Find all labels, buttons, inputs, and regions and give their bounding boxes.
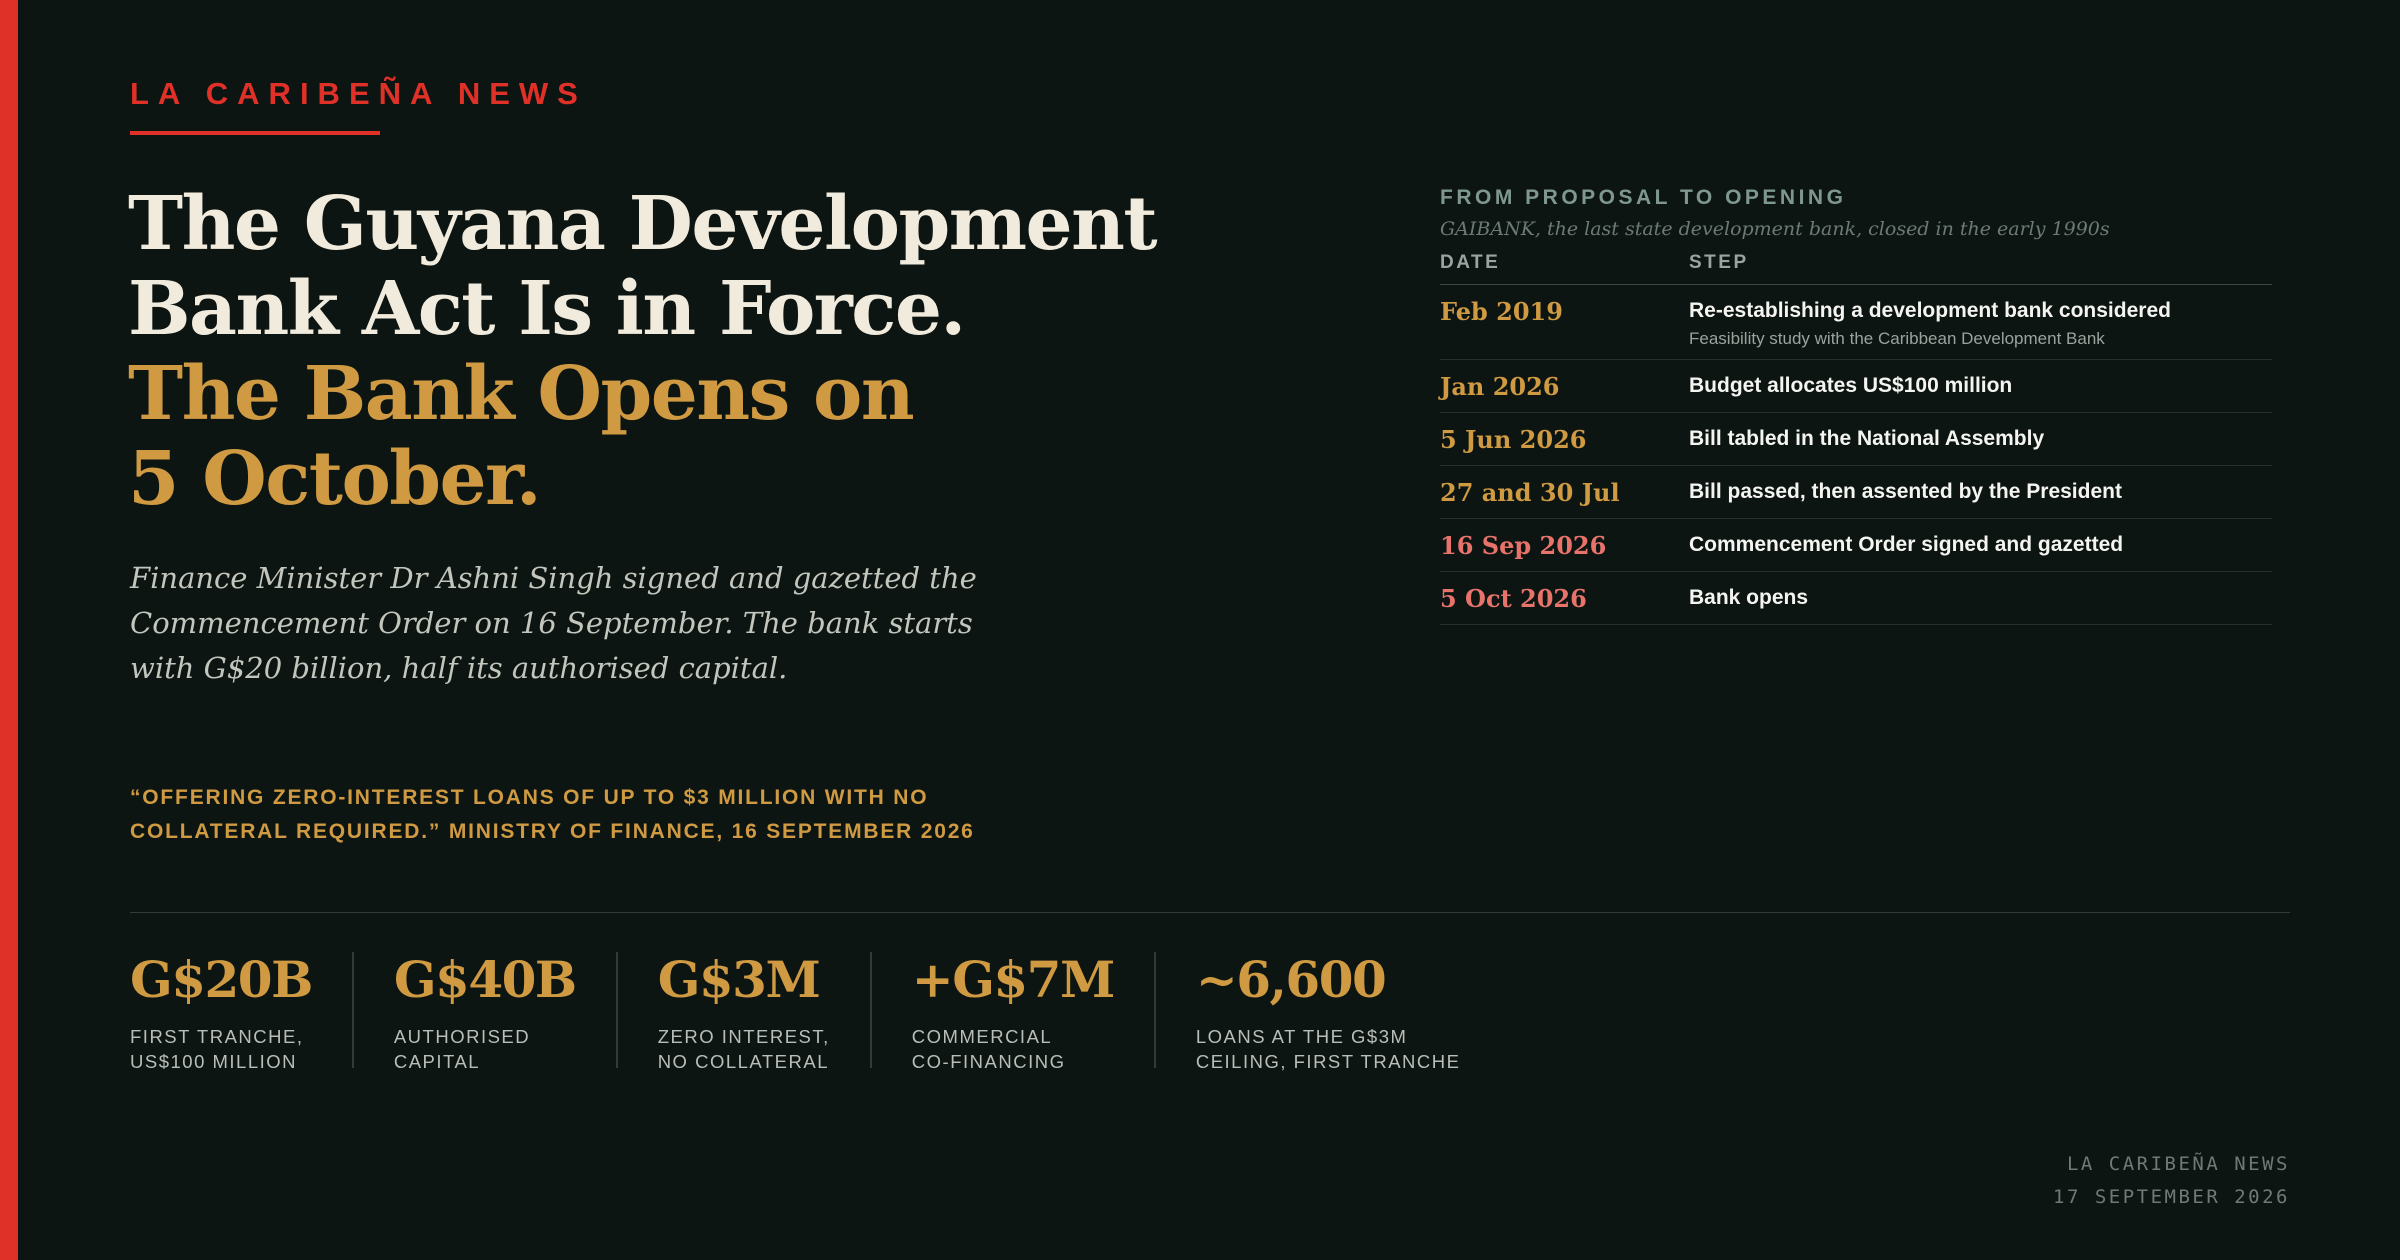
- stat-label-line: ceiling, first tranche: [1195, 1051, 1461, 1072]
- timeline-row: Jan 2026 Budget allocates US$100 million: [1440, 360, 2272, 413]
- dek-summary: Finance Minister Dr Ashni Singh signed a…: [130, 561, 977, 685]
- pull-quote: “Offering zero-interest loans of up to $…: [130, 786, 975, 843]
- timeline-step: Bill tabled in the National Assembly: [1689, 425, 2272, 455]
- timeline-row: 16 Sep 2026 Commencement Order signed an…: [1440, 519, 2272, 572]
- stat-label-line: capital: [393, 1051, 481, 1072]
- stat-label: First tranche, US$100 million: [130, 1024, 312, 1074]
- stat-value: +G$7M: [911, 950, 1116, 1009]
- headline-line-4: 5 October.: [128, 436, 542, 522]
- timeline-date: 5 Oct 2026: [1440, 584, 1587, 613]
- stat-item: G$3M Zero interest, no collateral: [615, 950, 870, 1072]
- timeline-step-text: Bill tabled in the National Assembly: [1689, 427, 2045, 450]
- brand-underline: [130, 131, 380, 135]
- timeline-step-note: Feasibility study with the Caribbean Dev…: [1689, 329, 2105, 348]
- timeline-table: FROM PROPOSAL TO OPENING GAIBANK, the la…: [1440, 186, 2272, 625]
- headline-line-3: The Bank Opens on: [128, 351, 915, 437]
- stat-value: G$20B: [130, 950, 313, 1009]
- column-header-date: DATE: [1440, 252, 1501, 273]
- footer-date: 17 SEPTEMBER 2026: [2053, 1186, 2290, 1208]
- stat-label-line: First tranche,: [130, 1026, 304, 1047]
- timeline-step: Bank opens: [1689, 584, 2272, 614]
- stat-item: ~6,600 Loans at the G$3M ceiling, first …: [1153, 950, 1501, 1072]
- stat-label-line: Loans at the G$3M: [1195, 1026, 1408, 1047]
- timeline-header: DATE STEP: [1440, 252, 2272, 285]
- stat-label-line: co-financing: [911, 1051, 1066, 1072]
- stat-value: G$40B: [393, 950, 577, 1009]
- footer-publication: LA CARIBEÑA NEWS: [2066, 1153, 2290, 1175]
- headline: The Guyana Development Bank Act Is in Fo…: [128, 182, 1328, 522]
- timeline-date: 27 and 30 Jul: [1440, 478, 1620, 507]
- stat-label-line: Zero interest,: [657, 1026, 830, 1047]
- column-header-step: STEP: [1689, 252, 1749, 273]
- stat-label: Zero interest, no collateral: [658, 1024, 830, 1074]
- timeline-step-text: Re-establishing a development bank consi…: [1689, 299, 2171, 322]
- section-divider: [130, 912, 2290, 913]
- timeline-step-text: Commencement Order signed and gazetted: [1689, 533, 2124, 556]
- headline-line-2: Bank Act Is in Force.: [128, 266, 966, 352]
- timeline-date: Jan 2026: [1440, 372, 1560, 401]
- timeline-step-text: Bill passed, then assented by the Presid…: [1689, 480, 2122, 503]
- timeline-date: Feb 2019: [1440, 297, 1563, 326]
- timeline-date: 5 Jun 2026: [1440, 425, 1587, 454]
- stat-label-line: US$100 million: [130, 1051, 298, 1072]
- timeline-date: 16 Sep 2026: [1440, 531, 1607, 560]
- timeline-row: Feb 2019 Re-establishing a development b…: [1440, 285, 2272, 360]
- left-accent-bar: [0, 0, 18, 1260]
- timeline-title: FROM PROPOSAL TO OPENING: [1440, 186, 1847, 209]
- timeline-subtitle: GAIBANK, the last state development bank…: [1440, 218, 2110, 240]
- stat-label-line: Commercial: [911, 1026, 1053, 1047]
- stat-label: Commercial co-financing: [912, 1024, 1114, 1074]
- stat-item: G$40B Authorised capital: [351, 950, 616, 1072]
- stat-label-line: Authorised: [393, 1026, 531, 1047]
- timeline-row: 5 Jun 2026 Bill tabled in the National A…: [1440, 413, 2272, 466]
- stat-label: Loans at the G$3M ceiling, first tranche: [1196, 1024, 1461, 1074]
- timeline-row: 5 Oct 2026 Bank opens: [1440, 572, 2272, 625]
- stat-item: G$20B First tranche, US$100 million: [130, 950, 352, 1073]
- timeline-step: Re-establishing a development bank consi…: [1689, 297, 2272, 349]
- headline-line-1: The Guyana Development: [128, 181, 1158, 267]
- stat-value: ~6,600: [1195, 950, 1387, 1009]
- brand-name: LA CARIBEÑA NEWS: [130, 76, 587, 111]
- timeline-step: Commencement Order signed and gazetted: [1689, 531, 2272, 561]
- stat-item: +G$7M Commercial co-financing: [869, 950, 1154, 1072]
- timeline-row: 27 and 30 Jul Bill passed, then assented…: [1440, 466, 2272, 519]
- stat-label-line: no collateral: [657, 1051, 829, 1072]
- timeline-step: Bill passed, then assented by the Presid…: [1689, 478, 2272, 508]
- timeline-step-text: Budget allocates US$100 million: [1689, 374, 2013, 397]
- timeline-step: Budget allocates US$100 million: [1689, 372, 2272, 402]
- timeline-step-text: Bank opens: [1689, 586, 1809, 609]
- stat-value: G$3M: [657, 950, 821, 1009]
- stat-label: Authorised capital: [394, 1024, 576, 1074]
- footer-credit: LA CARIBEÑA NEWS 17 SEPTEMBER 2026: [2053, 1148, 2290, 1214]
- key-figures: G$20B First tranche, US$100 million G$40…: [130, 950, 1501, 1073]
